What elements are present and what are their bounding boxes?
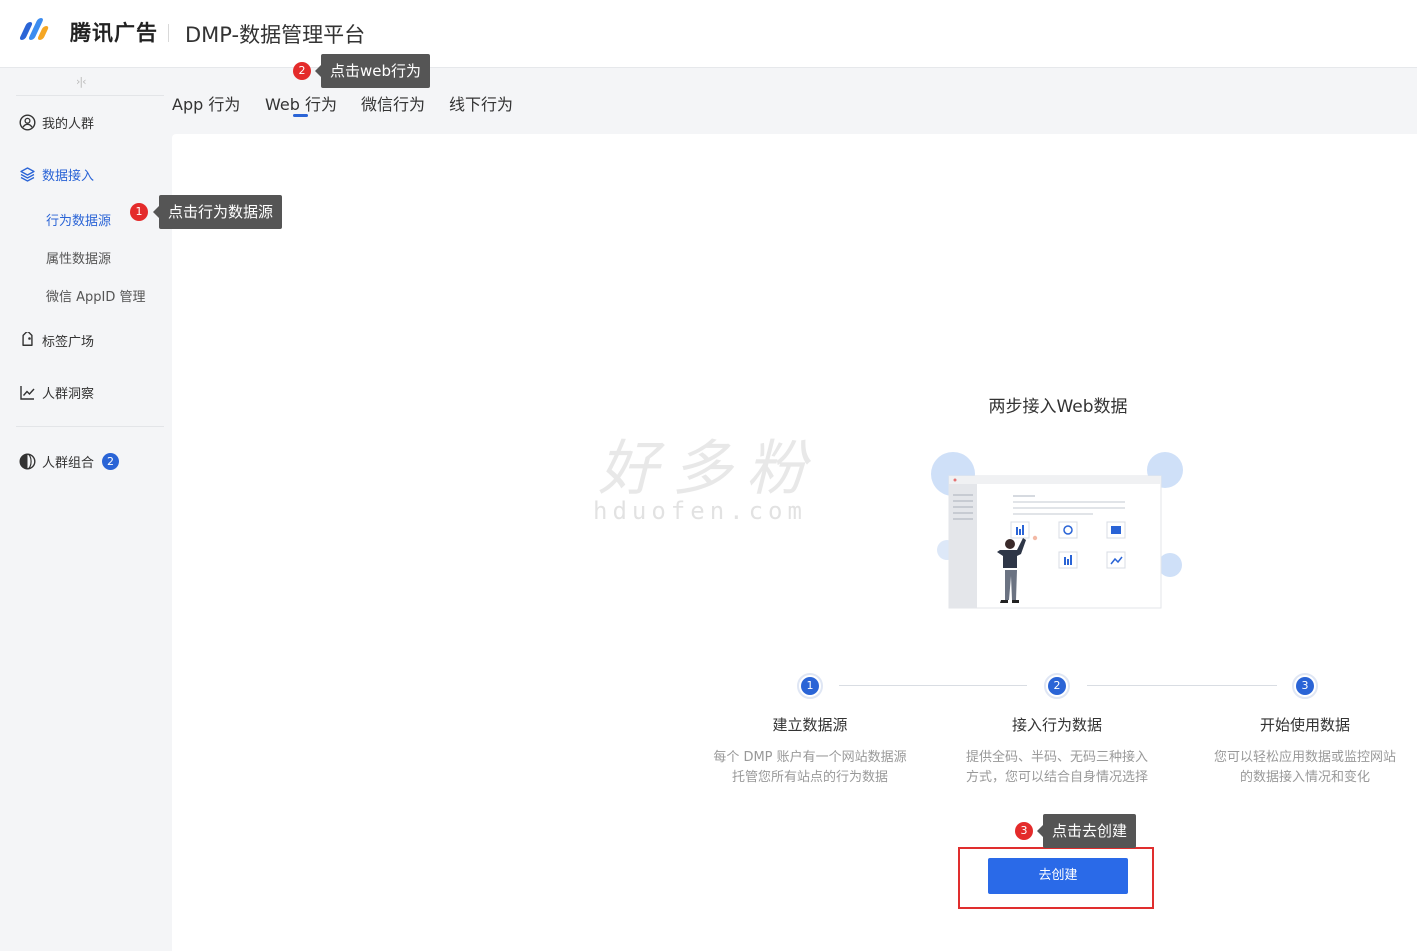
- step-title: 接入行为数据: [1011, 716, 1102, 734]
- sidebar-item-audience-insight[interactable]: 人群洞察: [18, 383, 94, 402]
- web-data-illustration: [931, 452, 1183, 609]
- sidebar-item-label: 人群洞察: [42, 387, 95, 402]
- create-button[interactable]: 去创建: [988, 858, 1128, 894]
- sub-item-attribute-datasource[interactable]: 属性数据源: [46, 248, 111, 267]
- platform-title: DMP-数据管理平台: [185, 23, 366, 47]
- step-number-2: 2: [1044, 673, 1070, 699]
- callout-number: 2: [293, 62, 311, 80]
- layers-icon: [18, 166, 36, 184]
- callout-tooltip: 点击去创建: [1036, 814, 1137, 848]
- collapse-sidebar-icon[interactable]: ›|‹: [76, 75, 86, 88]
- callout-tooltip: 点击行为数据源: [152, 195, 283, 229]
- step-connector: [839, 685, 1027, 686]
- step-number-3: 3: [1292, 673, 1318, 699]
- watermark-url: hduofen.com: [593, 497, 807, 525]
- user-circle-icon: [18, 114, 36, 132]
- sidebar-item-my-audience[interactable]: 我的人群: [18, 113, 94, 132]
- sub-item-wechat-appid[interactable]: 微信 AppID 管理: [46, 286, 146, 305]
- step-description: 您可以轻松应用数据或监控网站 的数据接入情况和变化: [1213, 750, 1396, 785]
- watermark-text: 好多粉: [598, 434, 820, 504]
- tag-icon: [18, 332, 36, 350]
- tab-offline-behavior[interactable]: 线下行为: [449, 91, 513, 115]
- sidebar-item-label: 数据接入: [42, 169, 95, 184]
- sidebar-item-label: 人群组合: [42, 456, 95, 471]
- header-divider: [168, 24, 169, 42]
- step-connector: [1087, 685, 1277, 686]
- step-description: 提供全码、半码、无码三种接入 方式，您可以结合自身情况选择: [965, 750, 1148, 785]
- callout-number: 1: [130, 203, 148, 221]
- step-title: 建立数据源: [772, 716, 848, 734]
- sidebar-item-label: 标签广场: [42, 335, 95, 350]
- content-panel: [172, 134, 1417, 951]
- sidebar-item-audience-combination[interactable]: 人群组合 2: [18, 452, 120, 471]
- top-header: 腾讯广告 DMP-数据管理平台: [0, 0, 1417, 68]
- brand-name: 腾讯广告: [70, 21, 158, 45]
- active-tab-indicator: [293, 114, 308, 117]
- sidebar: ›|‹ 我的人群 数据接入 行为数据源 属性数据源 微信 AppID 管理 标签…: [0, 69, 172, 951]
- line-chart-icon: [18, 384, 36, 402]
- tab-app-behavior[interactable]: App 行为: [172, 91, 240, 115]
- step-description: 每个 DMP 账户有一个网站数据源 托管您所有站点的行为数据: [713, 750, 907, 785]
- tab-web-behavior[interactable]: Web 行为: [265, 91, 337, 115]
- sidebar-divider: [16, 95, 164, 96]
- tencent-ads-logo[interactable]: [18, 16, 64, 44]
- half-circle-icon: [18, 453, 36, 471]
- step-number-1: 1: [797, 673, 823, 699]
- sidebar-item-tag-square[interactable]: 标签广场: [18, 331, 94, 350]
- tab-wechat-behavior[interactable]: 微信行为: [361, 91, 425, 115]
- sidebar-divider: [16, 426, 164, 427]
- count-badge: 2: [102, 453, 120, 470]
- sub-item-behavior-datasource[interactable]: 行为数据源: [46, 210, 111, 229]
- callout-number: 3: [1015, 822, 1033, 840]
- sidebar-item-label: 我的人群: [42, 117, 95, 132]
- page-title: 两步接入Web数据: [988, 397, 1128, 417]
- step-title: 开始使用数据: [1259, 716, 1350, 734]
- callout-tooltip: 点击web行为: [314, 54, 431, 88]
- sidebar-item-data-access[interactable]: 数据接入: [18, 165, 94, 184]
